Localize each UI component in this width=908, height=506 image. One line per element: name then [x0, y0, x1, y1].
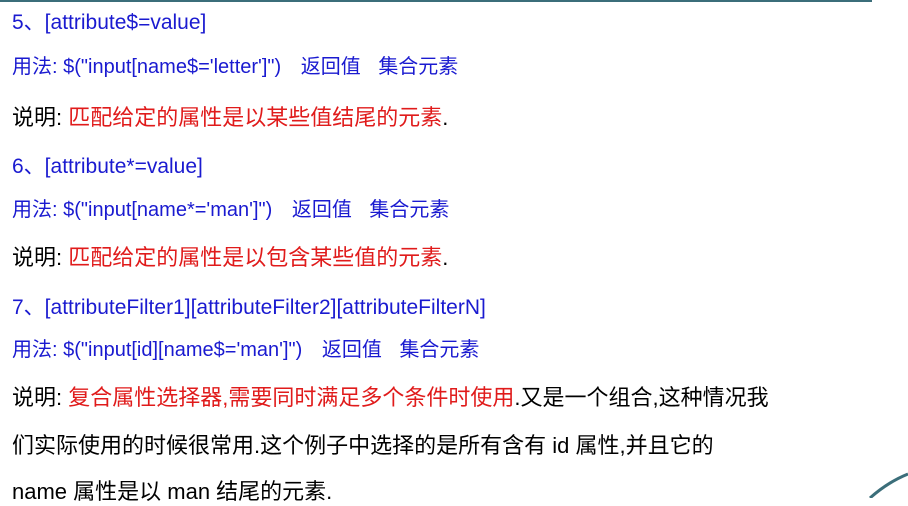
- usage-label: 用法:: [12, 339, 58, 361]
- desc-highlight: 匹配给定的属性是以包含某些值的元素: [68, 245, 443, 270]
- desc-label: 说明:: [12, 105, 63, 130]
- usage-code: $("input[id][name$='man']"): [63, 339, 303, 361]
- usage-5: 用法: $("input[name$='letter']") 返回值 集合元素: [12, 50, 458, 79]
- desc-end: .: [442, 105, 449, 130]
- usage-code: $("input[name$='letter']"): [63, 56, 282, 78]
- desc-end: .又是一个组合,这种情况我: [514, 385, 769, 410]
- desc-7: 说明: 复合属性选择器,需要同时满足多个条件时使用.又是一个组合,这种情况我: [12, 380, 769, 412]
- usage-type: 集合元素: [399, 339, 480, 361]
- usage-label: 用法:: [12, 56, 58, 78]
- heading-5: 5、[attribute$=value]: [12, 11, 207, 34]
- usage-type: 集合元素: [369, 199, 450, 221]
- desc-end: .: [442, 245, 449, 270]
- desc-6: 说明: 匹配给定的属性是以包含某些值的元素.: [12, 240, 448, 272]
- usage-code: $("input[name*='man']"): [63, 199, 273, 221]
- usage-return: 返回值: [321, 339, 382, 361]
- corner-curve-decoration: [869, 472, 908, 498]
- top-rule: [0, 0, 872, 2]
- desc-label: 说明:: [12, 385, 63, 410]
- usage-label: 用法:: [12, 199, 58, 221]
- heading-7: 7、[attributeFilter1][attributeFilter2][a…: [12, 296, 486, 319]
- usage-type: 集合元素: [378, 56, 459, 78]
- usage-7: 用法: $("input[id][name$='man']") 返回值 集合元素: [12, 333, 479, 362]
- usage-return: 返回值: [300, 56, 361, 78]
- desc-7-line2: 们实际使用的时候很常用.这个例子中选择的是所有含有 id 属性,并且它的: [12, 433, 714, 458]
- desc-label: 说明:: [12, 245, 63, 270]
- usage-return: 返回值: [291, 199, 352, 221]
- desc-5: 说明: 匹配给定的属性是以某些值结尾的元素.: [12, 100, 448, 132]
- desc-highlight: 匹配给定的属性是以某些值结尾的元素: [68, 105, 443, 130]
- usage-6: 用法: $("input[name*='man']") 返回值 集合元素: [12, 193, 449, 222]
- heading-6: 6、[attribute*=value]: [12, 155, 203, 178]
- desc-highlight: 复合属性选择器,需要同时满足多个条件时使用: [68, 385, 515, 410]
- desc-7-line3: name 属性是以 man 结尾的元素.: [12, 479, 333, 504]
